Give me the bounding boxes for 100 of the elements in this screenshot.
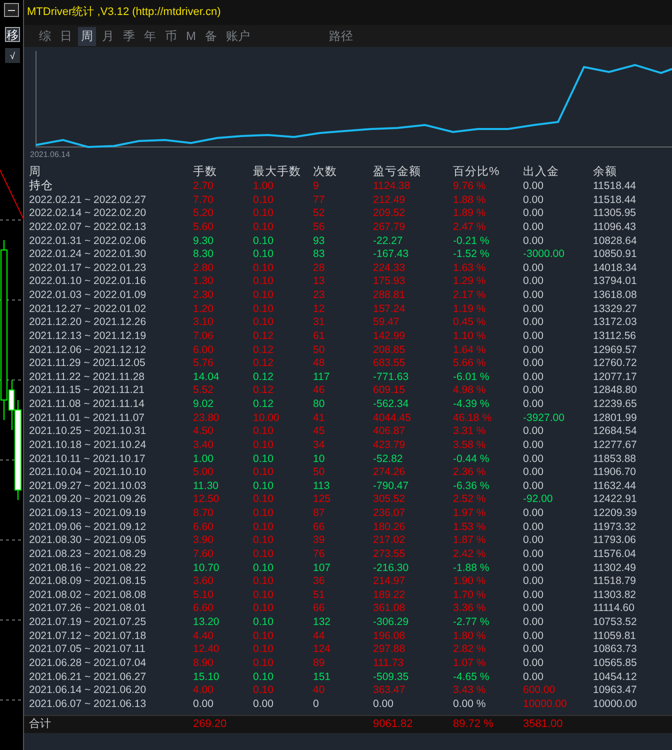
tab[interactable]: 综 xyxy=(36,26,54,46)
table-cell-text: 66 xyxy=(313,602,326,616)
table-cell-text: 2.80 xyxy=(193,262,214,276)
table-cell-text: 5.60 xyxy=(193,220,214,234)
table-cell-text: 12760.72 xyxy=(593,357,638,371)
table-cell-text: 0.00 xyxy=(523,562,544,576)
table-cell-text: 151 xyxy=(313,670,332,684)
table-cell-text: 93 xyxy=(313,234,326,248)
tab[interactable]: 备 xyxy=(202,26,220,46)
table-cell-text: 0.10 xyxy=(253,656,274,670)
table-cell-text: 0.10 xyxy=(253,643,274,657)
table-cell-text: 0.00 xyxy=(523,616,544,630)
tab[interactable]: 年 xyxy=(141,26,159,46)
table-cell-text: 0 xyxy=(313,698,320,712)
table-cell-text: 89 xyxy=(313,656,326,670)
column-header: 盈亏金额 xyxy=(373,165,422,180)
table-cell-text: 288.81 xyxy=(373,289,406,303)
table-cell-text: 0.10 xyxy=(253,493,274,507)
table-cell-text: 6.00 xyxy=(193,344,214,358)
tab[interactable]: 月 xyxy=(99,26,117,46)
table-cell-text: -562.34 xyxy=(373,398,410,412)
table-cell-text: 2021.09.06 ~ 2021.09.12 xyxy=(29,520,148,534)
table-cell-text: 12 xyxy=(313,302,326,316)
table-cell-text: 10000.00 xyxy=(523,698,568,712)
column-header: 次数 xyxy=(313,165,338,180)
table-cell-text: 4.50 xyxy=(193,425,214,439)
tab[interactable]: 币 xyxy=(162,26,180,46)
side-button[interactable]: 移 xyxy=(5,27,20,42)
table-cell-text: 2.82 % xyxy=(453,643,487,657)
table-cell-text: 125 xyxy=(313,493,332,507)
table-cell-text: -167.43 xyxy=(373,248,410,262)
table-cell-text: 11059.81 xyxy=(593,630,638,644)
table-cell-text: 7.70 xyxy=(193,194,214,208)
table-cell-text: 1.53 % xyxy=(453,520,487,534)
side-button[interactable]: √ xyxy=(5,48,20,63)
table-cell-text: 0.10 xyxy=(253,452,274,466)
table-cell-text: 0.10 xyxy=(253,234,274,248)
table-cell-text: -790.47 xyxy=(373,480,410,494)
table-cell-text: 2021.08.23 ~ 2021.08.29 xyxy=(29,548,148,562)
table-cell-text: 2022.01.17 ~ 2022.01.23 xyxy=(29,262,148,276)
table-cell-text: 31 xyxy=(313,316,326,330)
table-cell-text: 46.18 % xyxy=(453,412,493,426)
table-cell-text: 267.79 xyxy=(373,220,406,234)
table-cell-text: 59.47 xyxy=(373,316,400,330)
table-cell-text: 10454.12 xyxy=(593,670,638,684)
table-cell-text: 10963.47 xyxy=(593,684,638,698)
table-cell-text: 2.70 xyxy=(193,180,214,194)
table-cell-text: -6.01 % xyxy=(453,370,490,384)
tab[interactable]: 路径 xyxy=(326,26,356,46)
tab[interactable]: 日 xyxy=(57,26,75,46)
table-cell-text: 2022.01.31 ~ 2022.02.06 xyxy=(29,234,148,248)
table-cell-text: -3927.00 xyxy=(523,412,566,426)
table-cell-text: 1.97 % xyxy=(453,507,487,521)
table-cell-text: 2.47 % xyxy=(453,220,487,234)
table-cell-text: 214.97 xyxy=(373,575,406,589)
table-cell-text: 2021.06.28 ~ 2021.07.04 xyxy=(29,656,148,670)
table-cell-text: 46 xyxy=(313,384,326,398)
table-cell-text: -22.27 xyxy=(373,234,404,248)
table-cell-text: 0.10 xyxy=(253,275,274,289)
table-cell-text: 12969.57 xyxy=(593,344,638,358)
table-cell-text: 0.00 xyxy=(523,630,544,644)
table-cell-text: 2021.10.04 ~ 2021.10.10 xyxy=(29,466,148,480)
table-cell-text: 12684.54 xyxy=(593,425,638,439)
table-cell-text: 406.87 xyxy=(373,425,406,439)
tab[interactable]: 周 xyxy=(78,26,96,46)
table-cell-text: 269.20 xyxy=(193,717,228,732)
table-cell-text: -6.36 % xyxy=(453,480,490,494)
table-cell-text: 11518.44 xyxy=(593,180,638,194)
table-cell-text: 0.12 xyxy=(253,384,274,398)
table-cell-text: 0.10 xyxy=(253,194,274,208)
table-cell-text: 0.10 xyxy=(253,630,274,644)
table-cell-text: 0.10 xyxy=(253,670,274,684)
table-cell-text: 0.00 xyxy=(523,643,544,657)
table-cell-text: 0.12 xyxy=(253,398,274,412)
table-cell-text: 28 xyxy=(313,262,326,276)
tab[interactable]: 账户 xyxy=(223,26,253,46)
table-cell-text: 61 xyxy=(313,330,326,344)
table-cell-text: 2021.06.14 ~ 2021.06.20 xyxy=(29,684,148,698)
table-cell-text: -306.29 xyxy=(373,616,410,630)
table-cell-text: 224.33 xyxy=(373,262,406,276)
table-cell-text: 132 xyxy=(313,616,332,630)
tab[interactable]: M xyxy=(183,26,199,46)
table-cell-text: 2021.11.22 ~ 2021.11.28 xyxy=(29,370,146,384)
table-cell-text: 1.88 % xyxy=(453,194,487,208)
table-cell-text: 0.00 xyxy=(523,425,544,439)
table-cell-text: 76 xyxy=(313,548,326,562)
tab[interactable]: 季 xyxy=(120,26,138,46)
table-cell-text: 0.10 xyxy=(253,425,274,439)
table-cell-text: 11793.06 xyxy=(593,534,638,548)
minimize-icon[interactable] xyxy=(4,3,19,17)
table-cell-text: 8.70 xyxy=(193,507,214,521)
table-cell-text: -1.52 % xyxy=(453,248,490,262)
column-header: 手数 xyxy=(193,165,218,180)
table-cell-text: -1.88 % xyxy=(453,562,490,576)
table-cell-text: 13172.03 xyxy=(593,316,638,330)
table-cell-text: 2021.09.20 ~ 2021.09.26 xyxy=(29,493,148,507)
table-cell-text: 4.98 % xyxy=(453,384,487,398)
table-cell-text: 2.30 xyxy=(193,289,214,303)
table-cell-text: 2.42 % xyxy=(453,548,487,562)
table-cell-text: 157.24 xyxy=(373,302,406,316)
